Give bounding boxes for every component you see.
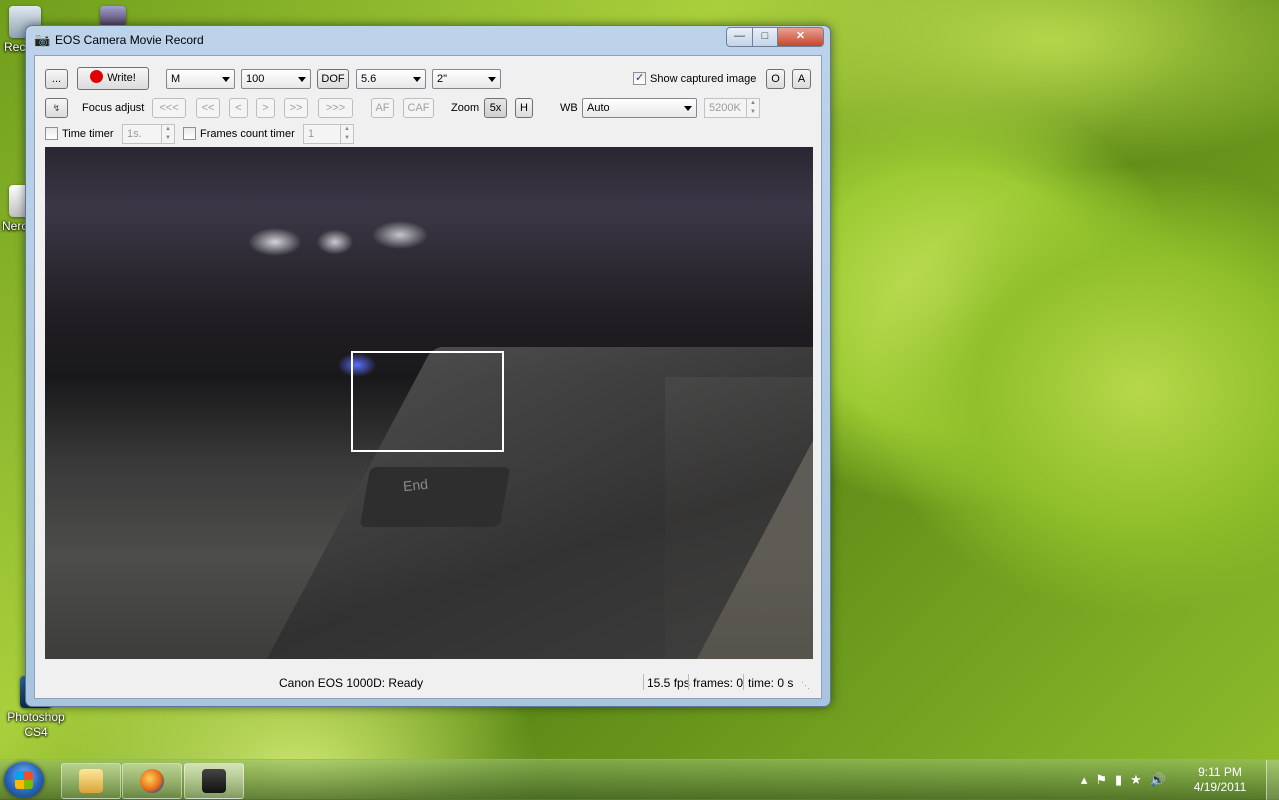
record-icon [90, 70, 104, 83]
zoom-h-button[interactable]: H [515, 98, 533, 118]
maximize-button[interactable]: □ [753, 27, 778, 47]
resize-grip-icon[interactable]: ⋱ [801, 680, 810, 691]
white-balance-select[interactable]: Auto [582, 98, 697, 118]
o-button[interactable]: O [766, 69, 785, 89]
usb-icon: ↯ [52, 103, 61, 113]
camera-film-icon [202, 769, 226, 793]
focus-far-small-button[interactable]: < [229, 98, 248, 118]
windows-logo-icon [15, 771, 33, 789]
kelvin-value: 5200K [709, 102, 741, 114]
frames-timer-label: Frames count timer [200, 128, 295, 140]
focus-near-medium-button[interactable]: >> [284, 98, 308, 118]
minimize-button[interactable]: — [726, 27, 753, 47]
time-timer-label: Time timer [62, 128, 114, 140]
focus-near-small-button[interactable]: > [256, 98, 275, 118]
status-divider [743, 674, 744, 690]
live-view-end-key-text: End [402, 475, 429, 495]
camera-status-text: Canon EOS 1000D: Ready [279, 676, 424, 690]
chevron-down-icon [488, 77, 496, 82]
chevron-down-icon [684, 106, 692, 111]
power-icon[interactable]: ▮ [1115, 772, 1130, 787]
system-tray: ▴⚑▮★🔊 9:11 PM 4/19/2011 [1059, 760, 1269, 800]
window-client-area: ... Write! M 100 DOF 5.6 2" Show capture… [34, 55, 822, 699]
wb-label: WB [560, 102, 578, 114]
live-view-end-key [359, 467, 511, 527]
taskbar-eos-camera-button[interactable] [184, 763, 244, 799]
status-bar: Canon EOS 1000D: Ready 15.5 fps frames: … [35, 668, 821, 698]
aperture-select-value: 5.6 [361, 73, 377, 85]
clock[interactable]: 9:11 PM 4/19/2011 [1185, 765, 1255, 795]
iso-select-value: 100 [246, 73, 265, 85]
desktop-icon-label: Photoshop CS4 [7, 710, 65, 739]
shutter-select[interactable]: 2" [432, 69, 501, 89]
frames-timer-checkbox[interactable] [183, 127, 196, 140]
spin-down-icon[interactable]: ▼ [340, 134, 353, 143]
spin-up-icon[interactable]: ▲ [340, 125, 353, 134]
frames-timer-spinner[interactable]: 1 ▲ ▼ [303, 124, 354, 144]
volume-icon[interactable]: 🔊 [1150, 772, 1174, 787]
focus-far-large-button[interactable]: <<< [152, 98, 186, 118]
network-icon[interactable]: ★ [1130, 772, 1150, 787]
af-button[interactable]: AF [371, 98, 394, 118]
spin-up-icon[interactable]: ▲ [161, 125, 174, 134]
time-timer-spinner[interactable]: 1s. ▲ ▼ [122, 124, 175, 144]
focus-adjust-label: Focus adjust [82, 102, 145, 114]
image-icon [100, 6, 126, 26]
usb-button[interactable]: ↯ [45, 98, 68, 118]
mode-select[interactable]: M [166, 69, 235, 89]
status-divider [643, 674, 644, 690]
eos-movie-record-window: 📷 EOS Camera Movie Record — □ ✕ ... Writ… [25, 25, 831, 707]
time-timer-checkbox[interactable] [45, 127, 58, 140]
action-center-flag-icon[interactable]: ⚑ [1095, 772, 1115, 787]
zoom-5x-button[interactable]: 5x [484, 98, 507, 118]
chevron-down-icon [413, 77, 421, 82]
white-balance-value: Auto [587, 102, 610, 114]
show-hidden-icons-icon[interactable]: ▴ [1081, 772, 1096, 787]
show-captured-checkbox[interactable] [633, 71, 646, 85]
window-controls: — □ ✕ [726, 27, 824, 47]
close-button[interactable]: ✕ [778, 27, 824, 47]
firefox-icon [140, 769, 164, 793]
spin-down-icon[interactable]: ▼ [746, 108, 759, 117]
taskbar: ▴⚑▮★🔊 9:11 PM 4/19/2011 [0, 759, 1279, 800]
window-title: EOS Camera Movie Record [55, 33, 204, 47]
iso-select[interactable]: 100 [241, 69, 311, 89]
window-titlebar[interactable]: 📷 EOS Camera Movie Record — □ ✕ [26, 26, 830, 54]
clock-date: 4/19/2011 [1193, 780, 1247, 794]
live-view-image[interactable]: End [45, 147, 813, 659]
dof-button[interactable]: DOF [317, 69, 349, 89]
taskbar-explorer-button[interactable] [61, 763, 121, 799]
focus-rectangle[interactable] [351, 351, 504, 452]
time-timer-value: 1s. [127, 128, 142, 140]
focus-far-medium-button[interactable]: << [196, 98, 220, 118]
tray-icons: ▴⚑▮★🔊 [1081, 772, 1174, 788]
chevron-down-icon [222, 77, 230, 82]
camera-app-icon: 📷 [34, 32, 51, 47]
write-button-label: Write! [107, 72, 136, 84]
start-button[interactable] [4, 762, 44, 798]
status-divider [688, 674, 689, 690]
clock-time: 9:11 PM [1198, 765, 1242, 779]
frames-status: frames: 0 [693, 676, 744, 690]
shutter-select-value: 2" [437, 73, 448, 85]
a-button[interactable]: A [792, 69, 811, 89]
taskbar-firefox-button[interactable] [122, 763, 182, 799]
folder-icon [79, 769, 103, 793]
spin-up-icon[interactable]: ▲ [746, 99, 759, 108]
frames-timer-value: 1 [308, 128, 315, 140]
time-status: time: 0 s [748, 676, 794, 690]
chevron-down-icon [298, 77, 306, 82]
spin-down-icon[interactable]: ▼ [161, 134, 174, 143]
more-options-button[interactable]: ... [45, 69, 68, 89]
kelvin-spinner[interactable]: 5200K ▲ ▼ [704, 98, 760, 118]
caf-button[interactable]: CAF [403, 98, 434, 118]
show-captured-label: Show captured image [650, 73, 757, 85]
aperture-select[interactable]: 5.6 [356, 69, 426, 89]
show-desktop-button[interactable] [1266, 760, 1279, 800]
write-button[interactable]: Write! [77, 67, 149, 90]
mode-select-value: M [171, 73, 181, 85]
fps-status: 15.5 fps [647, 676, 690, 690]
focus-near-large-button[interactable]: >>> [318, 98, 353, 118]
zoom-label: Zoom [451, 102, 480, 114]
